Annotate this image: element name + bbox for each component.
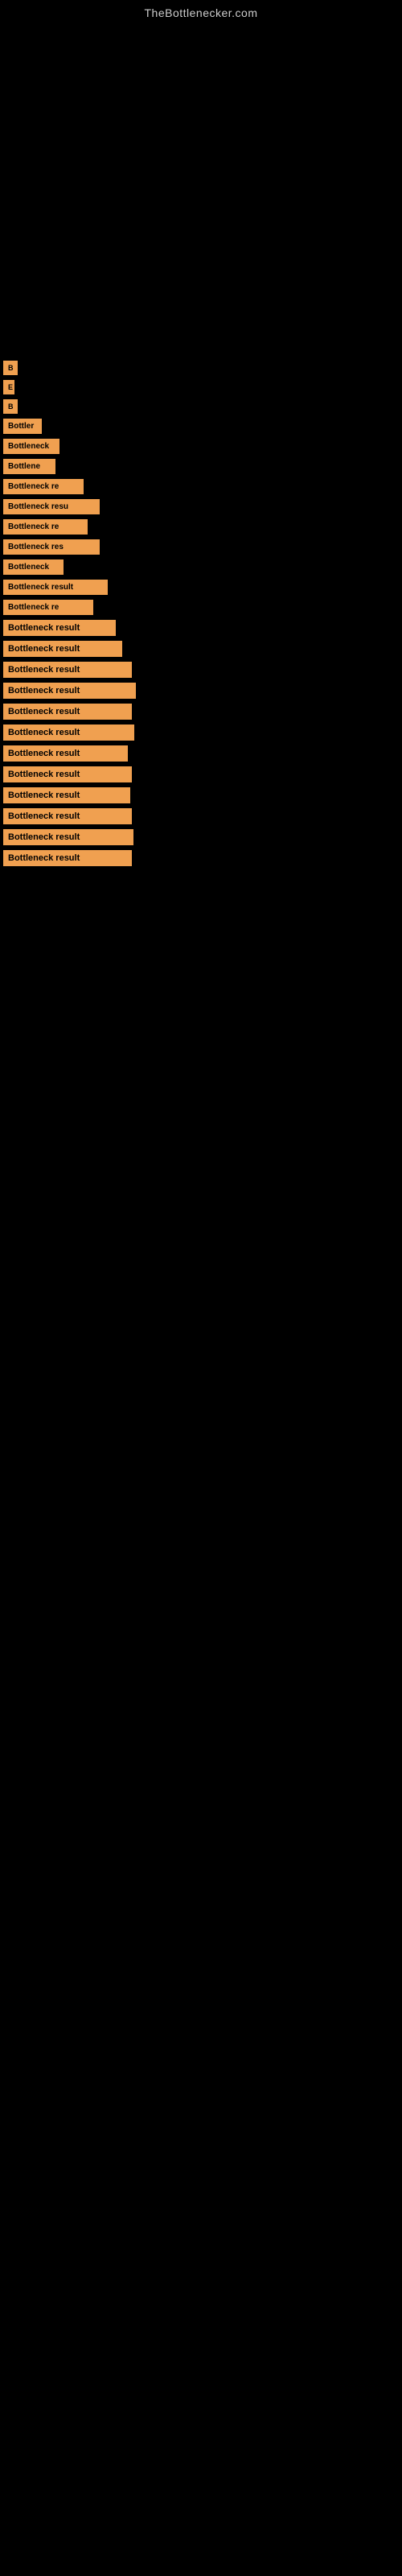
list-item: Bottleneck result — [3, 641, 399, 657]
bottleneck-result-label: Bottleneck resu — [3, 499, 100, 514]
bottleneck-result-label: Bottlene — [3, 459, 55, 474]
list-item: Bottleneck re — [3, 479, 399, 494]
content-area: BEB Bottler Bottleneck Bottlene Bottleneck r… — [0, 348, 402, 879]
list-item: Bottleneck result — [3, 745, 399, 762]
list-item: Bottleneck res — [3, 539, 399, 555]
bottleneck-result-label: Bottleneck result — [3, 745, 128, 762]
site-title: TheBottlenecker.com — [0, 0, 402, 26]
list-item: B — [3, 399, 399, 414]
bottleneck-result-label: Bottleneck result — [3, 724, 134, 741]
list-item: Bottler — [3, 419, 399, 434]
list-item: Bottleneck re — [3, 519, 399, 535]
list-item: Bottleneck result — [3, 662, 399, 678]
bottleneck-result-label: Bottleneck — [3, 559, 64, 575]
list-item: Bottleneck result — [3, 787, 399, 803]
bottleneck-result-label: Bottleneck result — [3, 704, 132, 720]
list-item: Bottleneck result — [3, 620, 399, 636]
list-item: Bottleneck re — [3, 600, 399, 615]
list-item: Bottleneck result — [3, 808, 399, 824]
top-spacer — [0, 26, 402, 348]
list-item: Bottleneck result — [3, 724, 399, 741]
bottleneck-result-label: Bottleneck result — [3, 683, 136, 699]
bottleneck-result-label: Bottleneck re — [3, 479, 84, 494]
list-item: Bottleneck result — [3, 766, 399, 782]
bottleneck-result-label: Bottleneck result — [3, 850, 132, 866]
bottleneck-result-label: Bottleneck result — [3, 808, 132, 824]
bottleneck-result-label: E — [3, 380, 14, 394]
bottleneck-result-label: B — [3, 361, 18, 375]
list-item: Bottleneck result — [3, 580, 399, 595]
list-item: E — [3, 380, 399, 394]
bottleneck-result-label: Bottleneck — [3, 439, 59, 454]
bottleneck-result-label: Bottleneck re — [3, 519, 88, 535]
bottleneck-result-label: Bottleneck result — [3, 662, 132, 678]
list-item: B — [3, 361, 399, 375]
list-item: Bottleneck — [3, 439, 399, 454]
list-item: Bottleneck result — [3, 829, 399, 845]
bottleneck-result-label: Bottler — [3, 419, 42, 434]
bottleneck-result-label: Bottleneck result — [3, 766, 132, 782]
bottleneck-result-label: Bottleneck result — [3, 829, 133, 845]
bottleneck-result-label: Bottleneck result — [3, 620, 116, 636]
bottleneck-result-label: Bottleneck result — [3, 580, 108, 595]
bottleneck-result-label: Bottleneck result — [3, 641, 122, 657]
list-item: Bottleneck result — [3, 683, 399, 699]
bottleneck-result-label: B — [3, 399, 18, 414]
list-item: Bottleneck — [3, 559, 399, 575]
list-item: Bottleneck result — [3, 704, 399, 720]
list-item: Bottlene — [3, 459, 399, 474]
list-item: Bottleneck result — [3, 850, 399, 866]
bottleneck-result-label: Bottleneck re — [3, 600, 93, 615]
bottleneck-result-label: Bottleneck result — [3, 787, 130, 803]
bottleneck-result-label: Bottleneck res — [3, 539, 100, 555]
site-header: TheBottlenecker.com — [0, 0, 402, 26]
list-item: Bottleneck resu — [3, 499, 399, 514]
